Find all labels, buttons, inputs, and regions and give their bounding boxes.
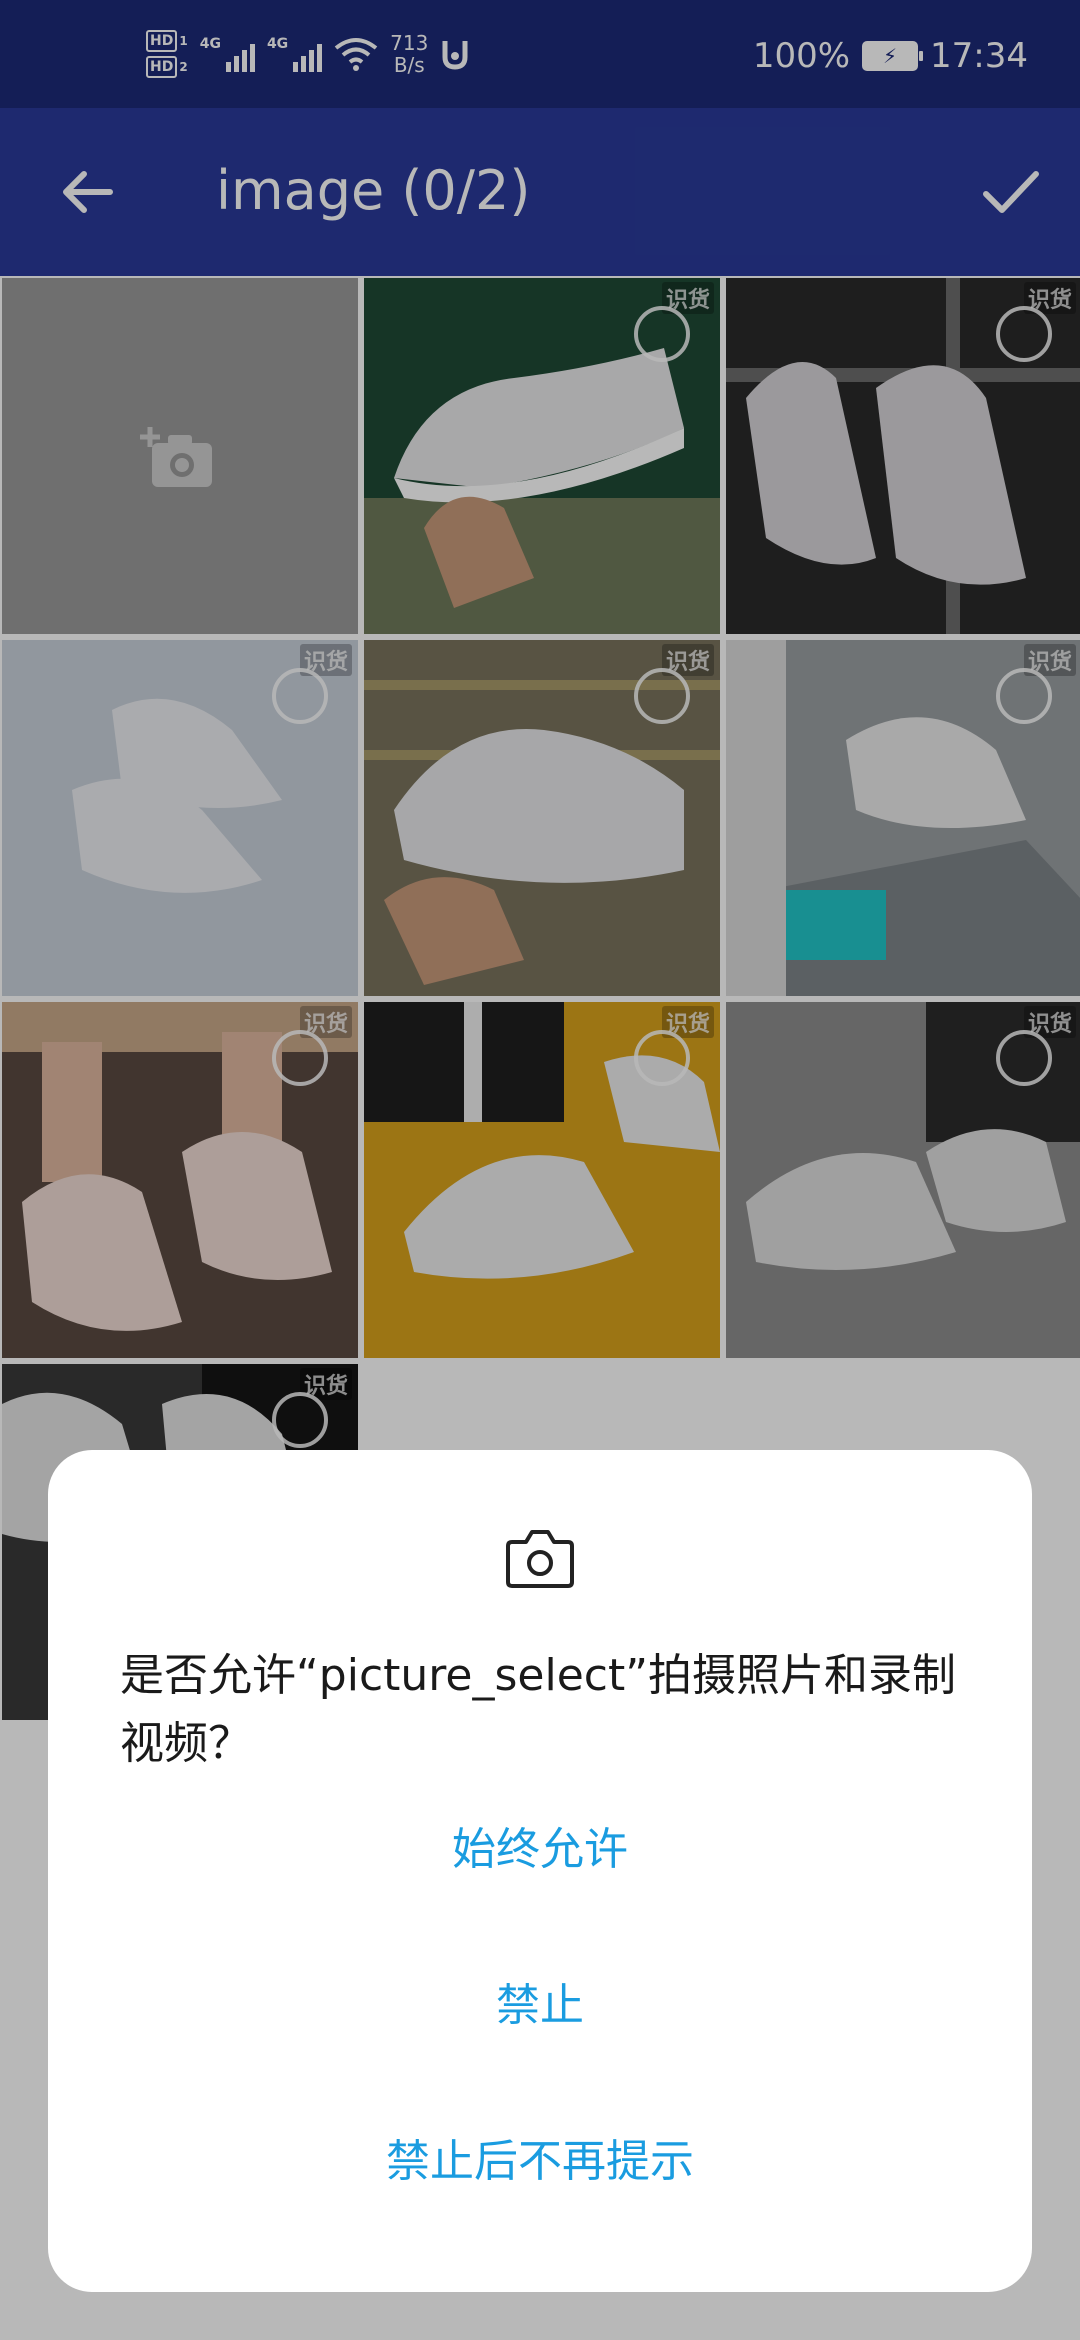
dialog-message: 是否允许“picture_select”拍摄照片和录制视频？ (120, 1650, 956, 1769)
allow-always-button[interactable]: 始终允许 (48, 1790, 1032, 1900)
screen: HD 1 HD 2 4G 4G 713 B/s 100% ⚡ 17:34 ima… (0, 0, 1080, 2340)
camera-icon (506, 1530, 574, 1588)
permission-dialog: 是否允许“picture_select”拍摄照片和录制视频？ 始终允许 禁止 禁… (48, 1450, 1032, 2292)
deny-button[interactable]: 禁止 (48, 1946, 1032, 2056)
deny-dont-ask-button[interactable]: 禁止后不再提示 (48, 2102, 1032, 2212)
